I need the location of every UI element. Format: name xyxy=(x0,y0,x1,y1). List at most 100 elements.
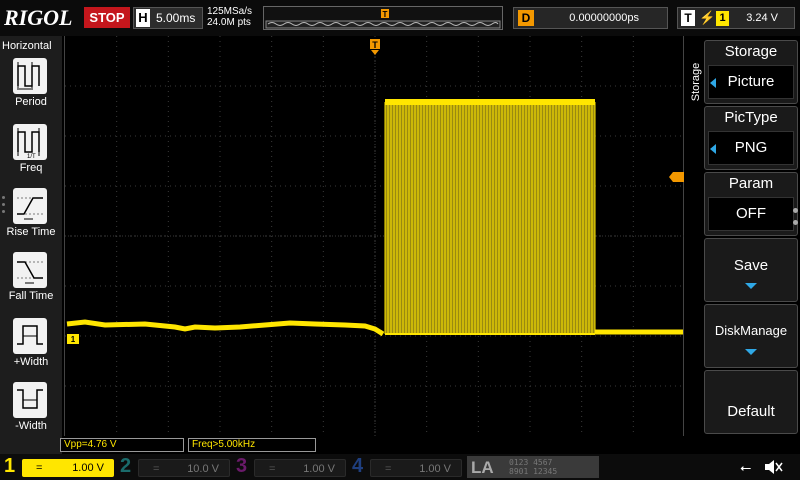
channel-2-box: = 10.0 V xyxy=(138,459,230,477)
rigol-logo: RIGOL xyxy=(4,5,73,30)
measure-fall-time[interactable]: Fall Time xyxy=(0,252,62,316)
period-icon xyxy=(13,58,47,94)
memory-depth: 24.0M pts xyxy=(207,17,251,28)
menu-knob-indicator xyxy=(793,208,798,213)
measure-period-label: Period xyxy=(15,96,47,108)
measure-vpp: Vpp=4.76 V xyxy=(60,438,184,452)
submenu-arrow-icon xyxy=(745,349,757,355)
save-label: Save xyxy=(733,257,769,274)
trigger-label: T xyxy=(681,10,695,26)
trigger-position-marker-label: T xyxy=(372,40,378,50)
channel-1-number: 1 xyxy=(4,455,16,477)
trigger-position-arrow xyxy=(371,50,379,55)
save-button[interactable]: Save xyxy=(704,238,798,302)
graticule: T1 xyxy=(65,36,685,436)
rise-time-icon xyxy=(13,188,47,224)
trigger-position-bar: T xyxy=(263,6,503,30)
la-channel-digits: 0123 4567 8901 12345 xyxy=(509,458,557,476)
acquisition-info: 125MSa/s 24.0M pts xyxy=(207,6,252,28)
delay-label: D xyxy=(518,10,534,26)
sample-rate: 125MSa/s xyxy=(207,6,253,17)
pictype-button[interactable]: PicType PNG xyxy=(704,106,798,170)
channel-3[interactable]: 3 = 1.00 V xyxy=(236,455,348,478)
diskmanage-button[interactable]: DiskManage xyxy=(704,304,798,368)
storage-menu-tab: Storage xyxy=(688,40,703,128)
measure-positive-width[interactable]: +Width xyxy=(0,318,62,382)
storage-type-button[interactable]: Storage Picture xyxy=(704,40,798,104)
param-value: OFF xyxy=(708,197,794,231)
trigger-box[interactable]: T ⚡ 1 3.24 V xyxy=(677,7,795,29)
channel-1-scale: 1.00 V xyxy=(72,462,104,474)
channel-1-ground-marker-label: 1 xyxy=(71,335,76,344)
horizontal-measure-menu: Horizontal Period 1/T Freq Rise Time Fal… xyxy=(0,36,62,454)
la-label: LA xyxy=(471,458,494,477)
fall-time-icon xyxy=(13,252,47,288)
channel-status-bar: 1 = 1.00 V 2 = 10.0 V 3 = 1.00 V 4 = 1.0… xyxy=(0,454,800,480)
channel-3-box: = 1.00 V xyxy=(254,459,346,477)
delay-value: 0.00000000ps xyxy=(569,12,639,24)
measure-positive-width-label: +Width xyxy=(13,356,49,368)
waveform-display[interactable]: T1 xyxy=(64,36,685,436)
channel-4-scale: 1.00 V xyxy=(419,463,451,475)
la-digits-row-2: 8901 12345 xyxy=(509,467,558,476)
menu-knob-indicator xyxy=(793,220,798,225)
diskmanage-label: DiskManage xyxy=(714,323,788,338)
timebase-value: 5.00ms xyxy=(156,11,196,25)
channel-4-number: 4 xyxy=(352,455,364,477)
channel-3-scale: 1.00 V xyxy=(303,463,335,475)
submenu-arrow-icon xyxy=(745,283,757,289)
menu-title: Horizontal xyxy=(2,40,52,52)
measure-freq[interactable]: 1/T Freq xyxy=(0,124,62,188)
measure-fall-time-label: Fall Time xyxy=(8,290,54,302)
usb-icon: ⭠ xyxy=(740,459,752,475)
measure-negative-width[interactable]: -Width xyxy=(0,382,62,446)
channel-4-coupling: = xyxy=(385,463,392,475)
rising-edge-icon: ⚡ xyxy=(699,10,716,25)
channel-2[interactable]: 2 = 10.0 V xyxy=(120,455,232,478)
measure-freq-result: Freq>5.00kHz xyxy=(188,438,316,452)
horizontal-label: H xyxy=(136,9,150,27)
speaker-mute-icon[interactable] xyxy=(762,457,784,477)
channel-2-scale: 10.0 V xyxy=(187,463,219,475)
run-stop-status[interactable]: STOP xyxy=(84,7,130,28)
horizontal-timebase[interactable]: H 5.00ms xyxy=(133,7,203,29)
freq-icon: 1/T xyxy=(13,124,47,160)
measure-rise-time[interactable]: Rise Time xyxy=(0,188,62,252)
menu-page-indicator xyxy=(2,196,6,217)
param-button[interactable]: Param OFF xyxy=(704,172,798,236)
measure-negative-width-label: -Width xyxy=(15,420,47,432)
select-arrow-icon xyxy=(710,78,716,88)
channel-2-number: 2 xyxy=(120,455,132,477)
storage-value: Picture xyxy=(708,65,794,99)
channel-2-coupling: = xyxy=(153,463,160,475)
storage-title: Storage xyxy=(724,43,778,60)
la-digits-row-1: 0123 4567 xyxy=(509,458,553,467)
default-label: Default xyxy=(727,403,775,420)
delay-box[interactable]: D 0.00000000ps xyxy=(513,7,668,29)
trigger-source: 1 xyxy=(716,11,729,26)
select-arrow-icon xyxy=(710,144,716,154)
channel-4[interactable]: 4 = 1.00 V xyxy=(352,455,464,478)
positive-width-icon xyxy=(13,318,47,354)
svg-text:1/T: 1/T xyxy=(27,154,36,160)
logic-analyzer-status[interactable]: LA 0123 4567 8901 12345 xyxy=(467,456,599,478)
pictype-value: PNG xyxy=(708,131,794,165)
trace-low-segment xyxy=(66,319,385,337)
param-title: Param xyxy=(728,175,774,192)
measure-period[interactable]: Period xyxy=(0,58,62,122)
trigger-level-marker xyxy=(669,172,684,182)
negative-width-icon xyxy=(13,382,47,418)
channel-3-coupling: = xyxy=(269,463,276,475)
channel-3-number: 3 xyxy=(236,455,248,477)
memory-waveform-overview: T xyxy=(265,9,501,29)
channel-1-coupling: = xyxy=(36,462,43,474)
measure-freq-label: Freq xyxy=(19,162,43,174)
default-button[interactable]: Default xyxy=(704,370,798,434)
top-status-bar: RIGOL STOP H 5.00ms 125MSa/s 24.0M pts T… xyxy=(0,0,800,36)
svg-text:T: T xyxy=(383,10,388,19)
channel-4-box: = 1.00 V xyxy=(370,459,462,477)
storage-tab-label: Storage xyxy=(690,62,702,102)
channel-1[interactable]: 1 = 1.00 V xyxy=(4,455,116,478)
pictype-title: PicType xyxy=(724,109,778,126)
channel-1-box: = 1.00 V xyxy=(22,459,114,477)
